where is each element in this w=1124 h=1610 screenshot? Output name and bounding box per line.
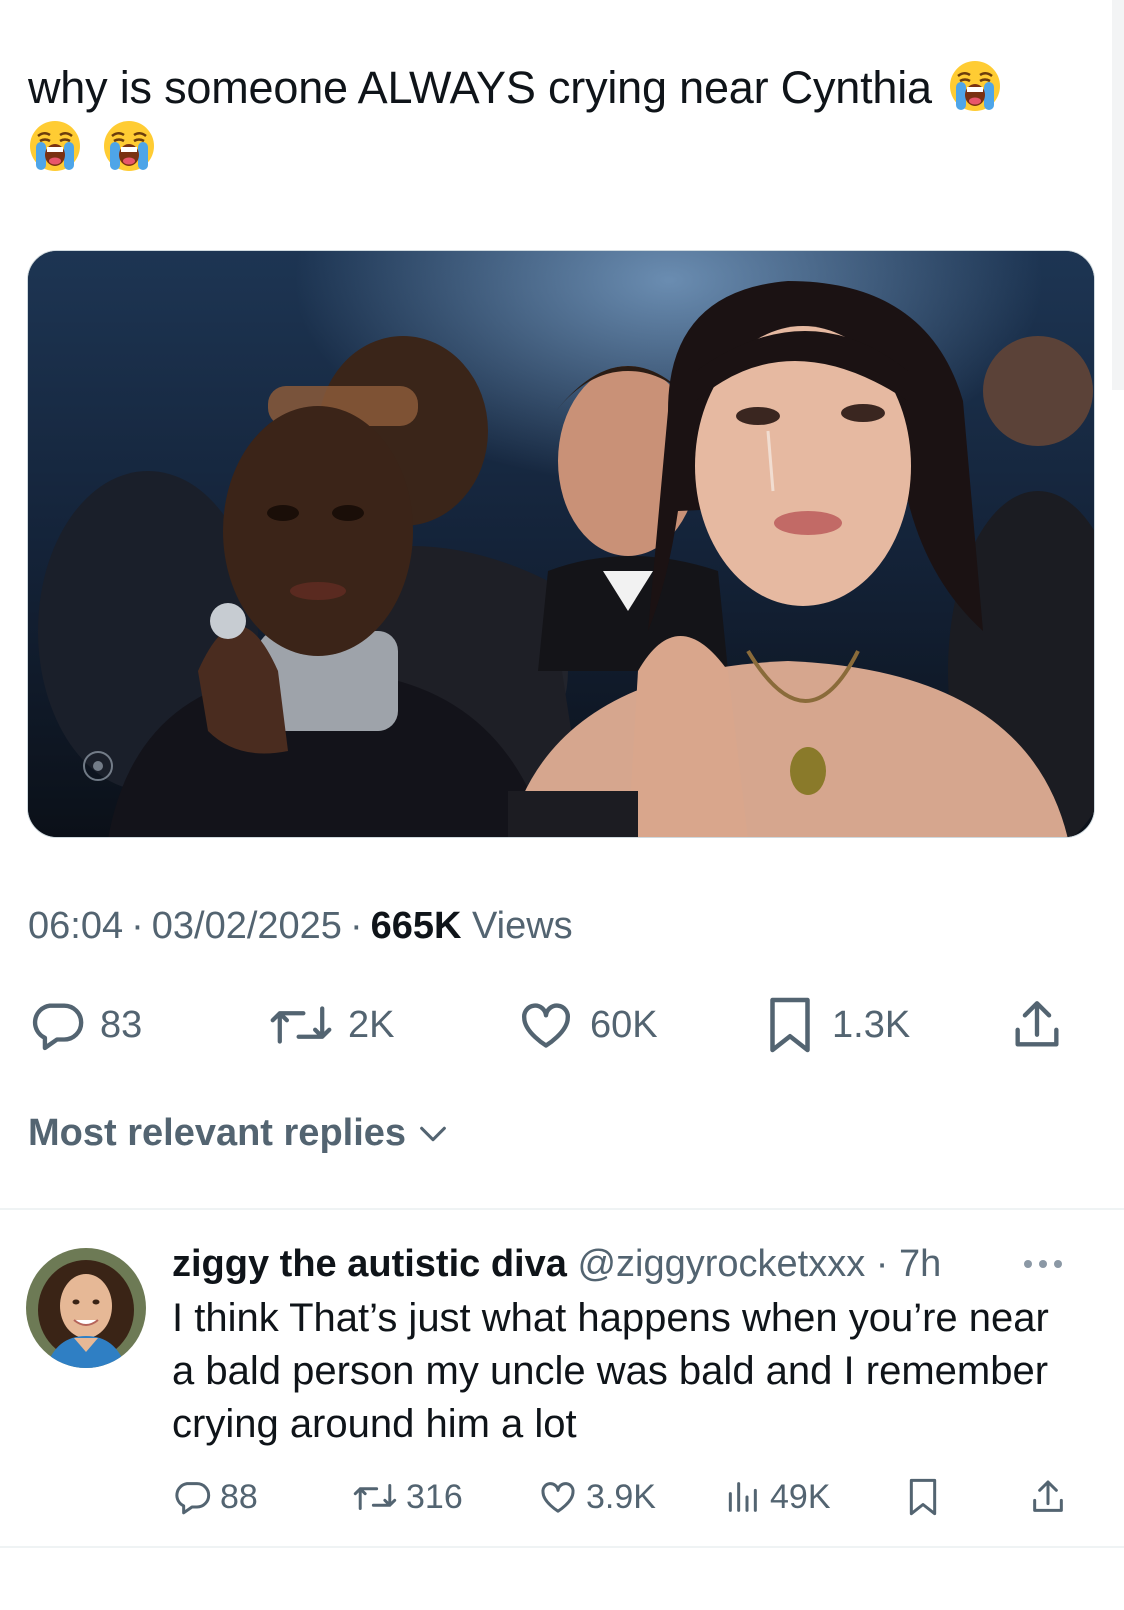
tweet-meta: 06:04 · 03/02/2025 · 665K Views — [28, 905, 573, 947]
reply-repost-count: 316 — [406, 1477, 463, 1516]
reply-icon — [32, 1003, 84, 1051]
more-dots-icon — [1024, 1260, 1062, 1268]
tweet-action-bar: 83 2K 60K 1.3K — [28, 990, 1098, 1060]
reply-sort-selector[interactable]: Most relevant replies — [28, 1112, 450, 1155]
like-button[interactable]: 60K — [516, 990, 658, 1060]
tweet-text-body: why is someone ALWAYS crying near Cynthi… — [28, 62, 932, 113]
repost-icon — [270, 1006, 332, 1044]
reply-icon — [175, 1482, 211, 1515]
views-label: Views — [472, 905, 573, 947]
tweet-date[interactable]: 03/02/2025 — [152, 905, 342, 947]
reply-reply-button[interactable]: 88 — [172, 1472, 258, 1522]
reply-age[interactable]: 7h — [899, 1243, 941, 1285]
repost-button[interactable]: 2K — [268, 990, 394, 1060]
tweet-photo[interactable] — [27, 250, 1095, 838]
like-count: 60K — [590, 1003, 658, 1046]
analytics-icon — [728, 1482, 757, 1512]
repost-icon — [353, 1484, 397, 1510]
reply-sort-label: Most relevant replies — [28, 1112, 407, 1154]
photo-illustration — [28, 251, 1094, 837]
reply-like-count: 3.9K — [586, 1477, 656, 1516]
share-button[interactable] — [1008, 990, 1066, 1060]
reply-bookmark-button[interactable] — [904, 1472, 942, 1522]
reply-author-handle[interactable]: @ziggyrocketxxx — [577, 1243, 865, 1285]
reply-reply-count: 88 — [220, 1477, 258, 1516]
avatar[interactable] — [26, 1248, 146, 1368]
reply-text: I think That’s just what happens when yo… — [172, 1296, 1049, 1446]
reply-count: 83 — [100, 1003, 143, 1046]
reply-views-button[interactable]: 49K — [722, 1472, 831, 1522]
more-options-button[interactable] — [1020, 1252, 1066, 1281]
loudly-crying-face-icon — [950, 61, 1001, 111]
tweet-text: why is someone ALWAYS crying near Cynthi… — [28, 58, 1088, 178]
loudly-crying-face-icon — [30, 121, 80, 171]
reply-header: ziggy the autistic diva @ziggyrocketxxx … — [172, 1243, 942, 1285]
heart-icon — [541, 1482, 575, 1513]
tweet-time[interactable]: 06:04 — [28, 905, 123, 947]
divider — [0, 1546, 1124, 1548]
reply-action-bar: 88 316 3.9K 49K — [172, 1472, 1072, 1522]
bookmark-icon — [770, 997, 810, 1053]
views-count: 665K — [370, 905, 462, 947]
share-icon — [1015, 1001, 1059, 1047]
reply-like-button[interactable]: 3.9K — [538, 1472, 656, 1522]
bookmark-button[interactable]: 1.3K — [762, 990, 910, 1060]
reply-share-button[interactable] — [1028, 1472, 1068, 1522]
divider — [0, 1208, 1124, 1210]
bookmark-icon — [909, 1478, 937, 1516]
repost-count: 2K — [348, 1003, 395, 1046]
loudly-crying-face-icon — [104, 121, 155, 171]
heart-icon — [522, 1003, 570, 1048]
reply-author-name[interactable]: ziggy the autistic diva — [172, 1243, 567, 1285]
chevron-down-icon — [420, 1126, 446, 1141]
share-icon — [1033, 1480, 1063, 1512]
avatar-illustration — [26, 1248, 146, 1368]
reply-repost-button[interactable]: 316 — [352, 1472, 463, 1522]
bookmark-count: 1.3K — [832, 1003, 911, 1046]
scrollbar-track[interactable] — [1112, 0, 1124, 390]
reply-views-count: 49K — [770, 1477, 831, 1516]
reply-button[interactable]: 83 — [28, 990, 142, 1060]
